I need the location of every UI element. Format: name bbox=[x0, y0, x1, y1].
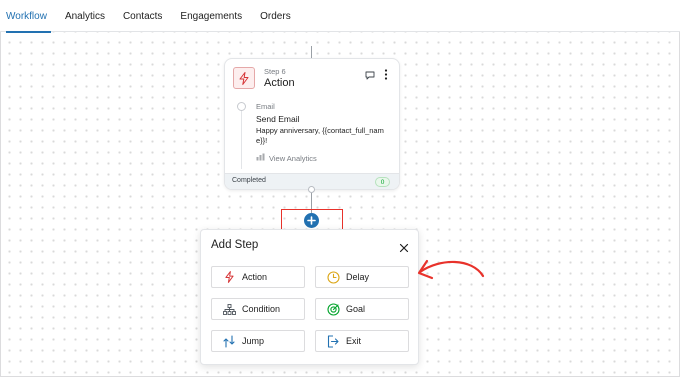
option-label: Action bbox=[242, 272, 268, 282]
annotation-arrow bbox=[417, 259, 485, 280]
completed-count-badge: 0 bbox=[375, 177, 390, 187]
add-step-panel: Add Step Action Delay Condition Goal Jum… bbox=[200, 229, 419, 365]
step-title: Action bbox=[264, 77, 295, 89]
lightning-icon bbox=[233, 67, 255, 89]
chart-icon bbox=[256, 153, 265, 163]
add-delay-option[interactable]: Delay bbox=[315, 266, 409, 288]
step-card[interactable]: Step 6 Action Email Send Email Happy ann… bbox=[224, 58, 400, 190]
content-type-label: Email bbox=[256, 102, 275, 111]
connector-node bbox=[308, 186, 315, 193]
view-analytics-link[interactable]: View Analytics bbox=[256, 153, 317, 163]
tab-contacts[interactable]: Contacts bbox=[115, 0, 172, 32]
add-exit-option[interactable]: Exit bbox=[315, 330, 409, 352]
target-icon bbox=[320, 299, 346, 319]
comment-icon[interactable] bbox=[365, 67, 375, 80]
option-label: Delay bbox=[346, 272, 370, 282]
option-label: Jump bbox=[242, 336, 265, 346]
exit-icon bbox=[320, 331, 346, 351]
tab-orders[interactable]: Orders bbox=[252, 0, 301, 32]
connector-line-top bbox=[311, 46, 312, 58]
add-action-option[interactable]: Action bbox=[211, 266, 305, 288]
step-number: Step 6 bbox=[264, 67, 286, 76]
option-label: Exit bbox=[346, 336, 362, 346]
timeline-dot bbox=[237, 102, 246, 111]
lightning-icon bbox=[216, 267, 242, 287]
timeline-line bbox=[241, 105, 242, 169]
option-label: Condition bbox=[242, 304, 281, 314]
panel-title: Add Step bbox=[211, 239, 259, 251]
add-goal-option[interactable]: Goal bbox=[315, 298, 409, 320]
status-label: Completed bbox=[232, 177, 266, 184]
close-icon[interactable] bbox=[399, 240, 409, 253]
more-options-icon[interactable] bbox=[383, 67, 389, 80]
content-body: Happy anniversary, {{contact_full_name}}… bbox=[256, 126, 384, 145]
content-title: Send Email bbox=[256, 114, 300, 124]
add-step-button[interactable] bbox=[304, 213, 319, 228]
tab-workflow[interactable]: Workflow bbox=[0, 0, 57, 33]
tab-bar: Workflow Analytics Contacts Engagements … bbox=[0, 0, 680, 33]
tab-analytics[interactable]: Analytics bbox=[57, 0, 115, 32]
option-label: Goal bbox=[346, 304, 366, 314]
add-condition-option[interactable]: Condition bbox=[211, 298, 305, 320]
clock-icon bbox=[320, 267, 346, 287]
hierarchy-icon bbox=[216, 299, 242, 319]
tab-engagements[interactable]: Engagements bbox=[172, 0, 252, 32]
step-card-header: Step 6 Action bbox=[233, 67, 391, 97]
jump-icon bbox=[216, 331, 242, 351]
add-jump-option[interactable]: Jump bbox=[211, 330, 305, 352]
plus-icon bbox=[307, 212, 316, 230]
view-analytics-label: View Analytics bbox=[269, 153, 317, 163]
